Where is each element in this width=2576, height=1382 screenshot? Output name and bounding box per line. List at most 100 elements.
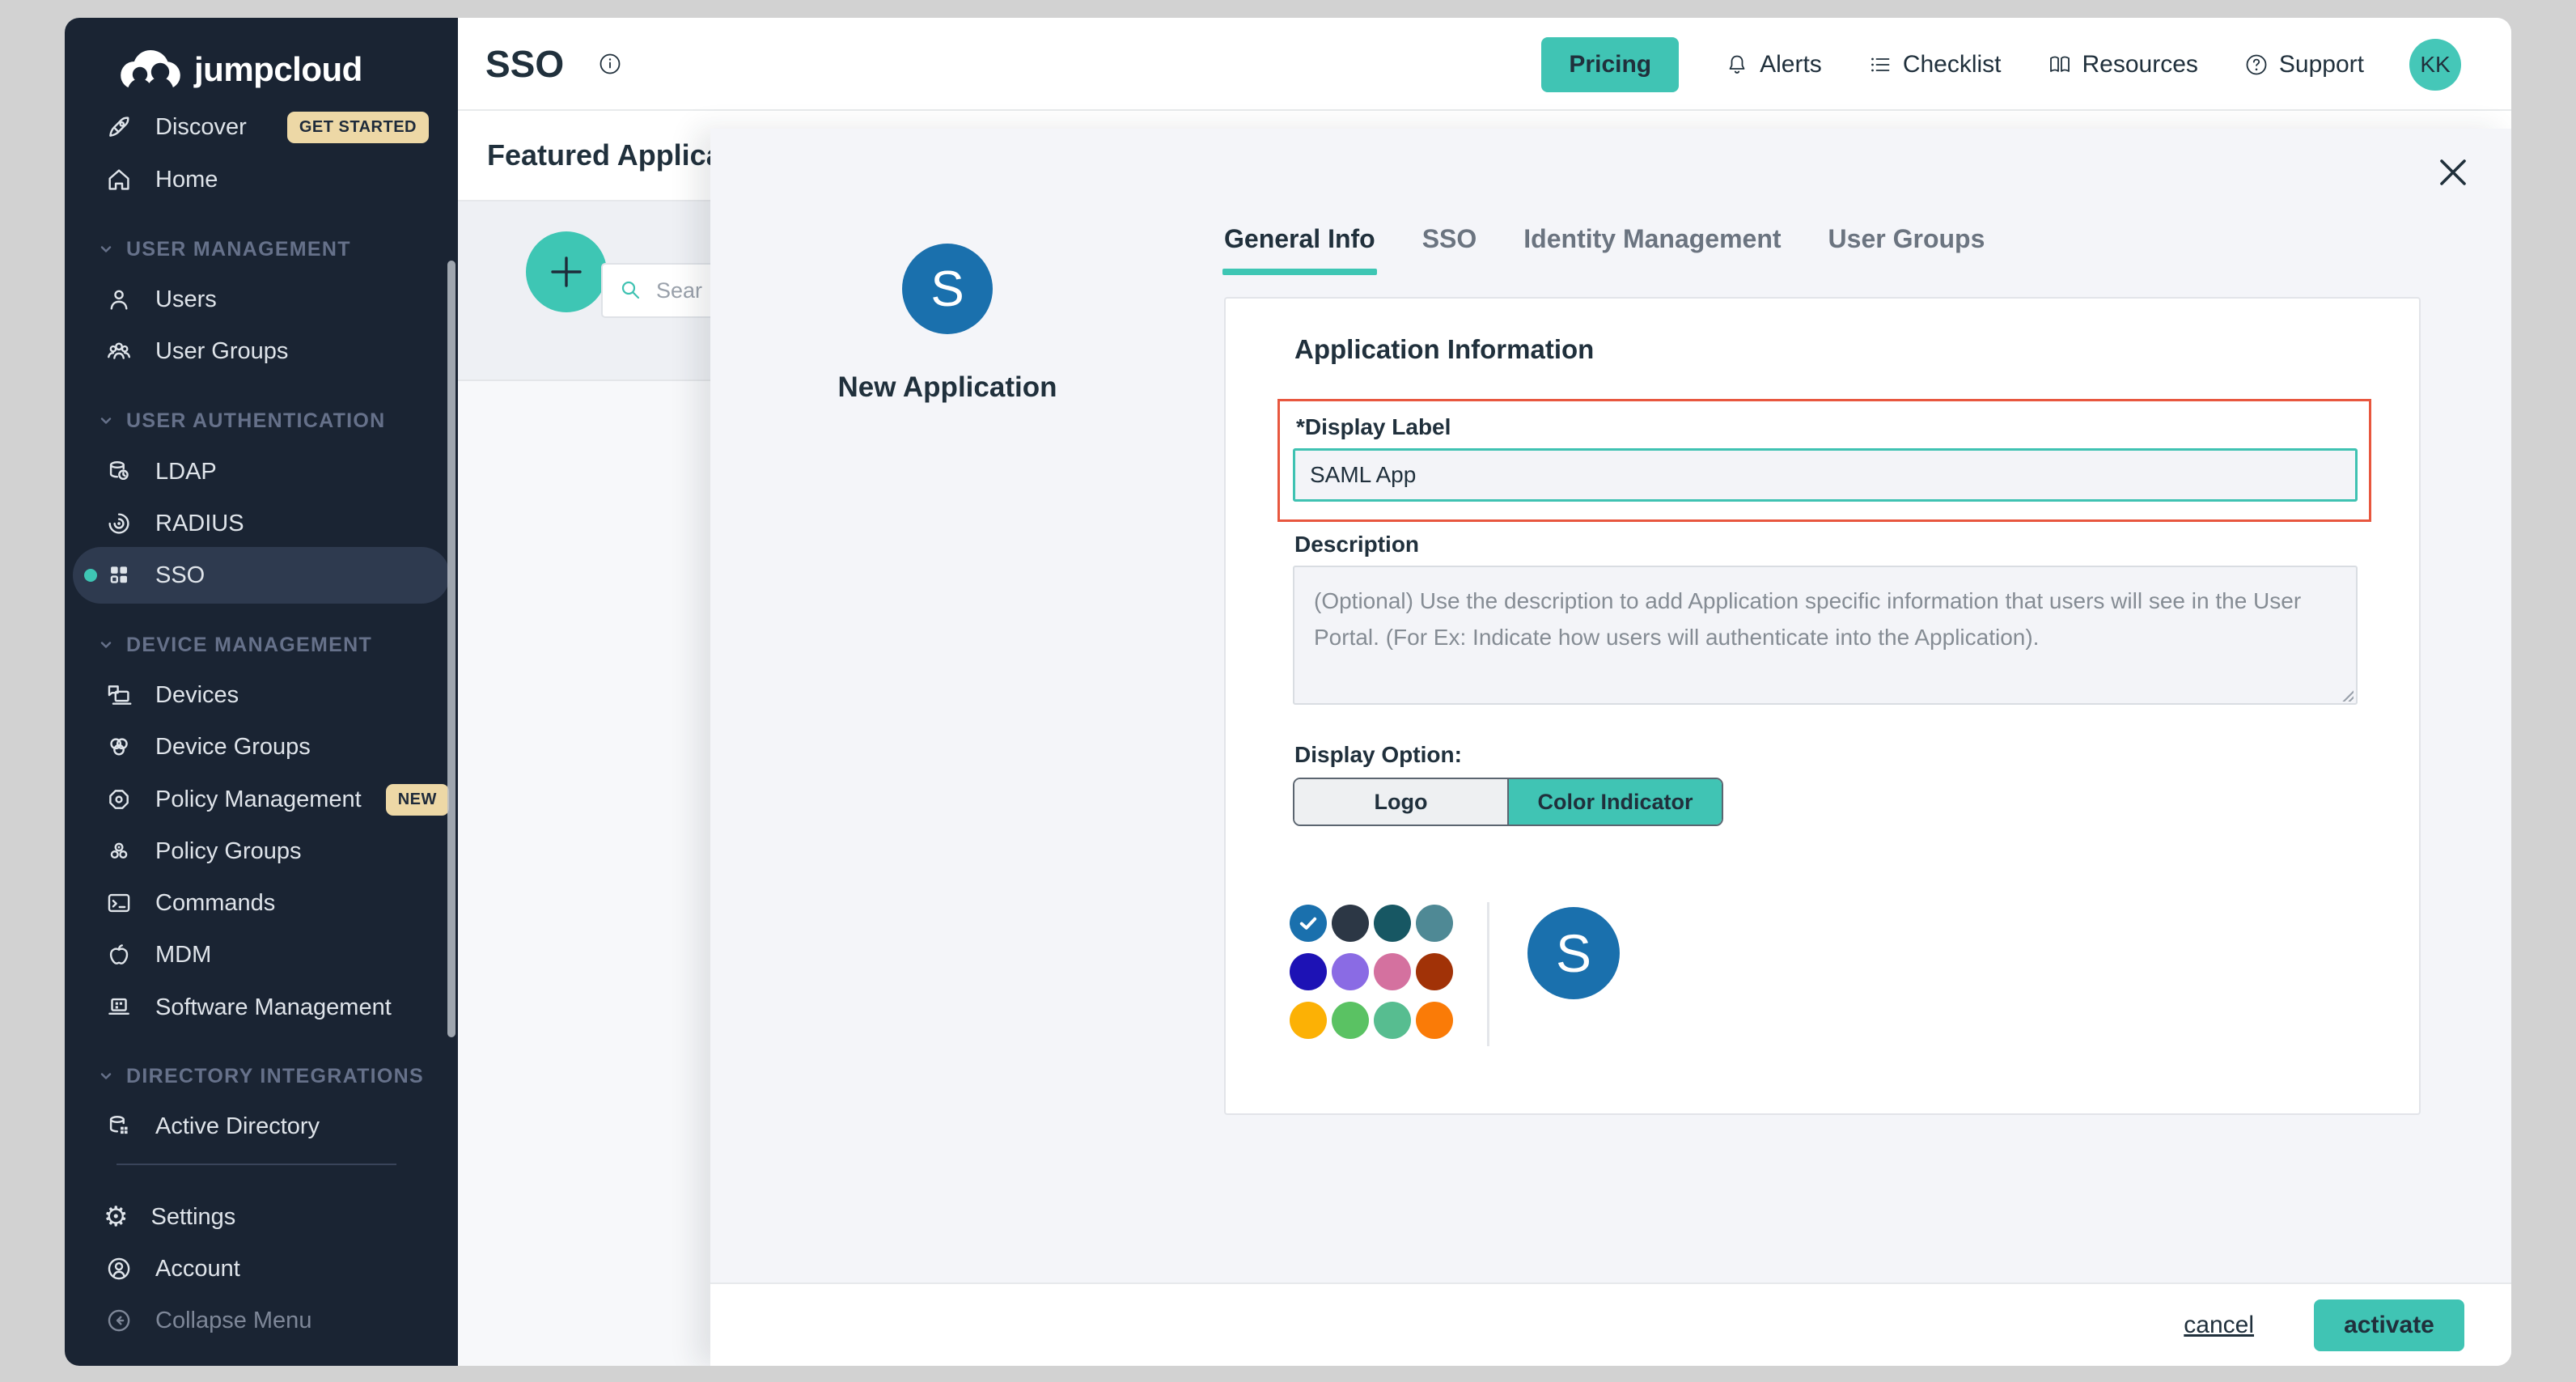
new-application-modal: S New Application General Info SSO Ident… [710,129,2511,1366]
device-groups-icon [105,733,133,761]
commands-terminal-icon [105,889,133,917]
sidebar-item-policy-management[interactable]: Policy Management NEW [65,774,458,825]
policy-management-icon [105,786,133,813]
color-indicator-option[interactable]: Color Indicator [1507,779,1722,825]
avatar[interactable]: KK [2409,39,2461,91]
info-icon[interactable] [597,51,623,77]
sidebar-item-commands[interactable]: Commands [65,877,458,929]
policy-groups-icon [105,837,133,865]
section-device-management[interactable]: DEVICE MANAGEMENT [97,625,445,664]
color-swatch-grid [1290,905,1458,1050]
chevron-down-icon [97,1067,115,1085]
close-button[interactable] [2435,155,2471,190]
sidebar-item-settings[interactable]: ⚙ Settings [65,1191,458,1243]
sidebar-item-user-groups[interactable]: User Groups [65,325,458,377]
display-label-label: *Display Label [1296,414,1451,440]
jumpcloud-cloud-icon [117,47,184,92]
page-title: SSO [485,42,564,86]
question-circle-icon [2243,52,2269,78]
sidebar-divider [117,1164,396,1165]
gear-icon: ⚙ [104,1203,128,1231]
cancel-button[interactable]: cancel [2184,1312,2254,1339]
color-swatch[interactable] [1290,1002,1327,1039]
color-swatch[interactable] [1290,953,1327,990]
sidebar: jumpcloud Discover GET STARTED Home USER… [65,18,458,1366]
rocket-icon [105,113,133,141]
modal-tabs: General Info SSO Identity Management Use… [1224,224,1985,275]
color-swatch-selected[interactable] [1290,905,1327,942]
app-title: New Application [802,371,1093,404]
support-button[interactable]: Support [2243,51,2364,78]
sidebar-item-mdm[interactable]: MDM [65,929,458,981]
color-swatch[interactable] [1332,1002,1369,1039]
bell-icon [1724,52,1750,78]
radius-radar-icon [105,510,133,537]
sso-grid-icon [105,562,133,589]
color-swatch[interactable] [1416,953,1453,990]
tab-sso[interactable]: SSO [1422,224,1477,275]
alerts-button[interactable]: Alerts [1724,51,1822,78]
user-group-icon [105,337,133,365]
logo-text: jumpcloud [194,50,362,89]
color-preview-circle: S [1527,907,1620,999]
sidebar-item-account[interactable]: Account [65,1243,458,1295]
color-swatch[interactable] [1374,1002,1411,1039]
book-icon [2047,52,2073,78]
sidebar-scrollbar[interactable] [447,261,455,1037]
ldap-database-icon [105,458,133,485]
section-user-authentication[interactable]: USER AUTHENTICATION [97,401,445,440]
tab-general-info[interactable]: General Info [1224,224,1375,275]
resources-button[interactable]: Resources [2047,51,2198,78]
check-icon [1297,912,1320,935]
collapse-menu-icon [105,1307,133,1334]
card-heading: Application Information [1294,334,1594,365]
sidebar-item-radius[interactable]: RADIUS [65,498,458,549]
featured-applications-title: Featured Applica [487,138,722,172]
sidebar-item-collapse-menu[interactable]: Collapse Menu [65,1295,458,1346]
color-swatch[interactable] [1374,905,1411,942]
top-header: SSO Pricing Alerts Checklist Resources S… [458,18,2511,111]
home-icon [105,166,133,193]
tab-identity-management[interactable]: Identity Management [1523,224,1781,275]
account-icon [105,1255,133,1282]
active-indicator-dot [84,569,97,582]
section-directory-integrations[interactable]: DIRECTORY INTEGRATIONS [97,1057,445,1096]
header-actions: Pricing Alerts Checklist Resources Suppo… [1541,18,2461,111]
sidebar-item-home[interactable]: Home [65,154,458,206]
application-information-card: Application Information *Display Label D… [1224,297,2421,1115]
logo-option[interactable]: Logo [1294,779,1507,825]
search-icon [619,278,643,303]
sidebar-item-users[interactable]: Users [65,273,458,325]
color-swatch[interactable] [1332,905,1369,942]
activate-button[interactable]: activate [2314,1299,2464,1351]
sidebar-item-devices[interactable]: Devices [65,669,458,721]
display-label-input[interactable] [1293,448,2358,502]
sidebar-item-discover[interactable]: Discover GET STARTED [65,101,458,153]
display-option-label: Display Option: [1294,742,1462,768]
sidebar-item-policy-groups[interactable]: Policy Groups [65,825,458,877]
tab-user-groups[interactable]: User Groups [1828,224,1985,275]
sidebar-item-device-groups[interactable]: Device Groups [65,721,458,773]
devices-icon [105,681,133,709]
sidebar-item-active-directory[interactable]: Active Directory [65,1100,458,1152]
checklist-icon [1867,52,1893,78]
sidebar-item-software-management[interactable]: Software Management [65,981,458,1033]
section-user-management[interactable]: USER MANAGEMENT [97,230,445,269]
user-icon [105,286,133,313]
color-swatch[interactable] [1332,953,1369,990]
checklist-button[interactable]: Checklist [1867,51,2002,78]
chevron-down-icon [97,412,115,430]
sidebar-item-ldap[interactable]: LDAP [65,446,458,498]
sidebar-item-sso[interactable]: SSO [65,549,458,601]
color-swatch[interactable] [1416,1002,1453,1039]
add-application-button[interactable] [526,231,607,312]
display-option-toggle: Logo Color Indicator [1293,778,1723,826]
pricing-button[interactable]: Pricing [1541,37,1679,92]
description-textarea[interactable] [1293,566,2358,705]
color-swatch[interactable] [1374,953,1411,990]
get-started-badge: GET STARTED [287,112,429,143]
swatch-preview-divider [1487,902,1489,1046]
close-icon [2435,155,2471,190]
color-swatch[interactable] [1416,905,1453,942]
jumpcloud-logo[interactable]: jumpcloud [117,47,362,92]
